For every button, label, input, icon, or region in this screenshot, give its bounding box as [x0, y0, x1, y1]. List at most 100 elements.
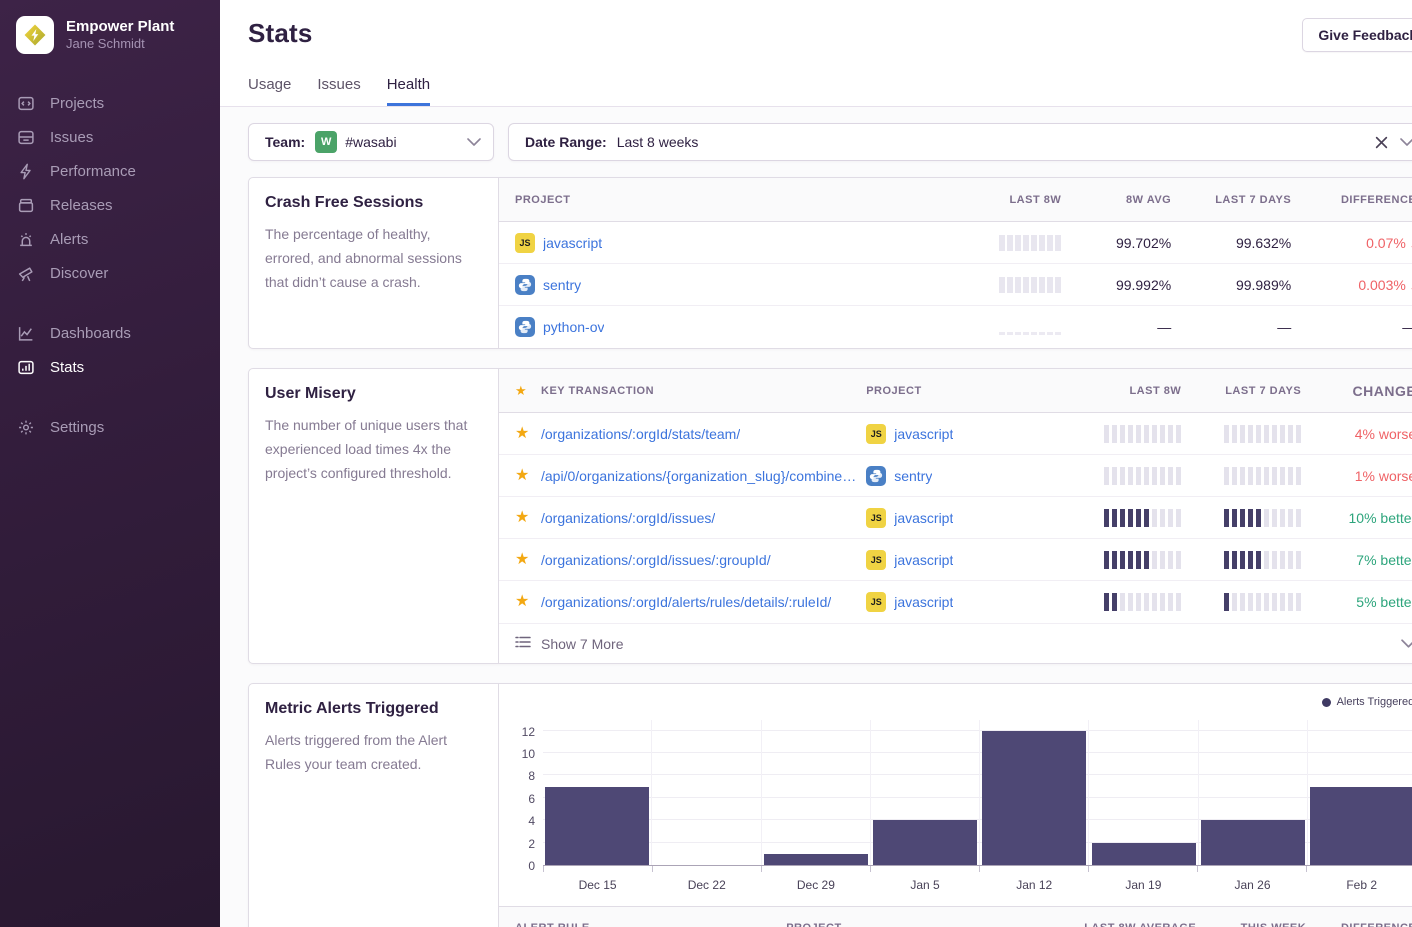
- metric-alerts-panel: Metric Alerts Triggered Alerts triggered…: [248, 683, 1412, 927]
- column-header: Key Transaction: [541, 385, 866, 397]
- sidebar-item-stats[interactable]: Stats: [16, 352, 220, 383]
- sidebar-item-discover[interactable]: Discover: [16, 258, 220, 289]
- column-header: Difference: [1306, 922, 1412, 927]
- transaction-link[interactable]: /organizations/:orgId/stats/team/: [541, 426, 740, 442]
- sidebar-item-dashboards[interactable]: Dashboards: [16, 318, 220, 349]
- star-icon[interactable]: ★: [515, 468, 529, 484]
- org-switcher[interactable]: Empower Plant Jane Schmidt: [16, 16, 220, 54]
- page-title: Stats: [248, 18, 313, 49]
- project-link[interactable]: python-ov: [543, 319, 604, 335]
- panel-description: Alerts triggered from the Alert Rules yo…: [265, 728, 482, 776]
- team-value: #wasabi: [345, 134, 396, 150]
- chart-bar[interactable]: [545, 787, 649, 865]
- transaction-link[interactable]: /organizations/:orgId/issues/:groupId/: [541, 552, 771, 568]
- bar-slot: [543, 720, 651, 865]
- project-link[interactable]: javascript: [894, 426, 953, 442]
- discover-icon: [16, 265, 36, 282]
- chart-bar[interactable]: [873, 820, 977, 865]
- column-header: Last 7 Days: [1171, 194, 1291, 206]
- sidebar-item-issues[interactable]: Issues: [16, 122, 220, 153]
- score-bars: [1224, 509, 1301, 527]
- y-tick-label: 0: [509, 859, 535, 873]
- avg-value: 99.992%: [1061, 277, 1171, 293]
- panel-description: The number of unique users that experien…: [265, 413, 482, 485]
- dashboards-icon: [16, 325, 36, 342]
- sidebar-item-label: Releases: [50, 197, 113, 214]
- chart-bar[interactable]: [982, 731, 1086, 865]
- page-header: Stats Give Feedback Usage Issues Health: [220, 0, 1412, 107]
- star-icon[interactable]: ★: [515, 426, 529, 442]
- avg-value: —: [1061, 319, 1171, 335]
- app-root: Empower Plant Jane Schmidt Projects Issu…: [0, 0, 1412, 927]
- table-row: ★ /organizations/:orgId/alerts/rules/deta…: [499, 581, 1412, 623]
- change-value: 1% worse: [1301, 468, 1412, 484]
- star-icon[interactable]: ★: [515, 510, 529, 526]
- chart-bar[interactable]: [1310, 787, 1412, 865]
- table-row: ★ /organizations/:orgId/issues/:groupId/J…: [499, 539, 1412, 581]
- issues-icon: [16, 129, 36, 146]
- team-selector[interactable]: Team: W #wasabi: [248, 123, 494, 161]
- x-tick-label: Dec 15: [543, 878, 652, 892]
- change-value: 7% better: [1301, 552, 1412, 568]
- sidebar-item-projects[interactable]: Projects: [16, 88, 220, 119]
- difference-value: 0.003% ↓: [1291, 277, 1412, 293]
- bar-slot: [1307, 720, 1412, 865]
- bar-slot: [761, 720, 870, 865]
- releases-icon: [16, 197, 36, 214]
- project-link[interactable]: javascript: [894, 594, 953, 610]
- score-bars: [1224, 425, 1301, 443]
- filter-bar: Team: W #wasabi Date Range: Last 8 weeks: [248, 123, 1412, 161]
- chart-bar[interactable]: [1092, 843, 1196, 865]
- sidebar-item-label: Performance: [50, 163, 136, 180]
- x-tick-label: Feb 2: [1307, 878, 1412, 892]
- javascript-icon: JS: [866, 424, 886, 444]
- chevron-down-icon: [1401, 639, 1412, 648]
- transaction-link[interactable]: /organizations/:orgId/issues/: [541, 510, 715, 526]
- project-link[interactable]: sentry: [894, 468, 932, 484]
- sparkline: [999, 235, 1061, 251]
- sidebar-item-alerts[interactable]: Alerts: [16, 224, 220, 255]
- table-row: JSjavascript99.702%99.632%0.07% ↓: [499, 222, 1412, 264]
- x-tick: [980, 866, 1089, 872]
- chart-bar[interactable]: [1201, 820, 1305, 865]
- tab-usage[interactable]: Usage: [248, 76, 291, 106]
- score-bars: [1224, 551, 1301, 569]
- project-link[interactable]: javascript: [894, 552, 953, 568]
- x-tick-label: Jan 12: [980, 878, 1089, 892]
- score-bars: [1104, 467, 1181, 485]
- sidebar-item-label: Alerts: [50, 231, 88, 248]
- chart-bar[interactable]: [764, 854, 868, 865]
- date-range-selector[interactable]: Date Range: Last 8 weeks: [508, 123, 1412, 161]
- javascript-icon: JS: [866, 550, 886, 570]
- sidebar-item-performance[interactable]: Performance: [16, 156, 220, 187]
- tab-issues[interactable]: Issues: [317, 76, 360, 106]
- sidebar-item-settings[interactable]: Settings: [16, 412, 220, 443]
- alerts-table-header: Alert Rule Project Last 8W Average This …: [499, 906, 1412, 927]
- alerts-icon: [16, 231, 36, 248]
- give-feedback-button[interactable]: Give Feedback: [1302, 18, 1412, 52]
- show-more-button[interactable]: Show 7 More: [499, 623, 1412, 663]
- y-tick-label: 10: [509, 747, 535, 761]
- sidebar-item-label: Settings: [50, 419, 104, 436]
- transaction-link[interactable]: /api/0/organizations/{organization_slug}…: [541, 468, 856, 484]
- column-header: Last 7 Days: [1181, 385, 1301, 397]
- sidebar-item-label: Issues: [50, 129, 93, 146]
- score-bars: [1224, 593, 1301, 611]
- sparkline: [999, 319, 1061, 335]
- star-icon[interactable]: ★: [515, 594, 529, 610]
- score-bars: [1104, 509, 1181, 527]
- project-link[interactable]: javascript: [543, 235, 602, 251]
- tab-health[interactable]: Health: [387, 76, 430, 106]
- sidebar-item-label: Stats: [50, 359, 84, 376]
- transaction-link[interactable]: /organizations/:orgId/alerts/rules/detai…: [541, 594, 831, 610]
- tab-bar: Usage Issues Health: [248, 76, 1412, 106]
- python-icon: [515, 317, 535, 337]
- star-icon[interactable]: ★: [515, 552, 529, 568]
- chart-y-axis: 024681012: [509, 720, 543, 866]
- clear-date-icon[interactable]: [1369, 134, 1394, 151]
- sidebar-item-releases[interactable]: Releases: [16, 190, 220, 221]
- project-link[interactable]: javascript: [894, 510, 953, 526]
- team-label: Team:: [265, 134, 305, 150]
- project-link[interactable]: sentry: [543, 277, 581, 293]
- x-tick: [1307, 866, 1412, 872]
